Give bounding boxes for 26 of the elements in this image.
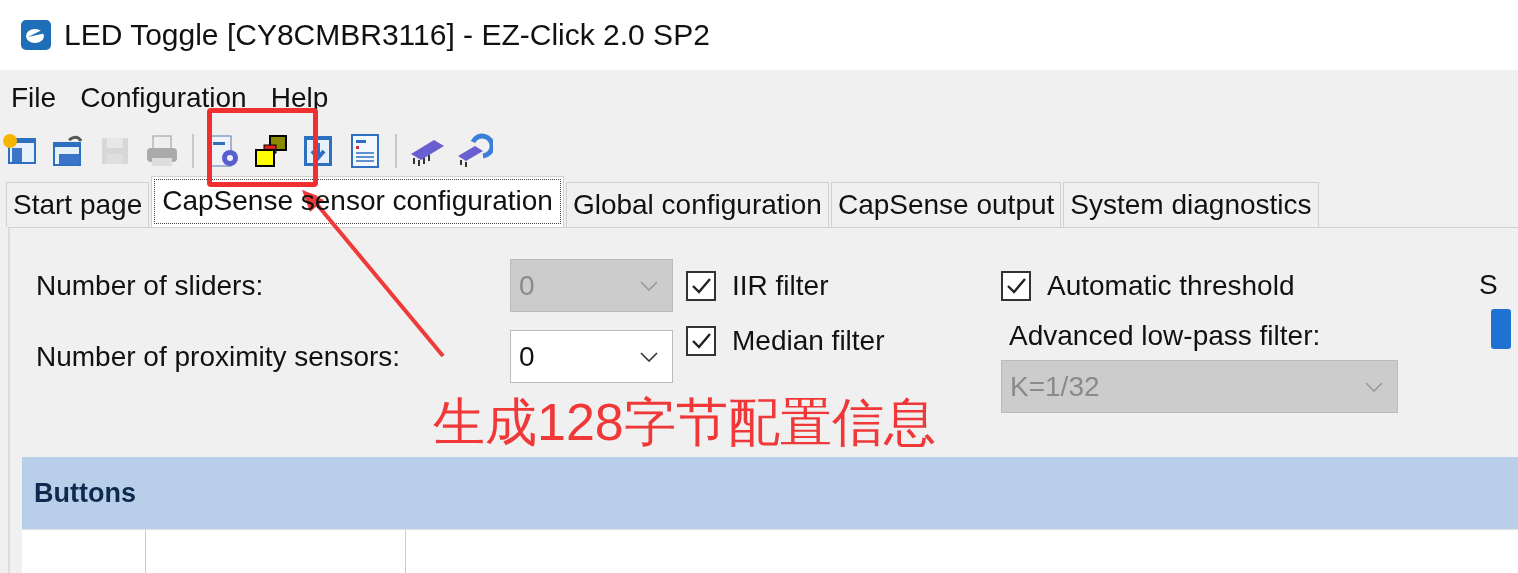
chevron-down-icon — [640, 280, 658, 291]
checkbox-label: IIR filter — [732, 269, 829, 302]
menu-item[interactable]: Configuration — [80, 81, 247, 114]
menu-item[interactable]: File — [11, 81, 57, 114]
checkbox-label: Automatic threshold — [1047, 269, 1295, 302]
checkbox[interactable] — [686, 325, 716, 356]
section-title: Buttons — [34, 477, 136, 509]
checkbox-label: Median filter — [732, 324, 885, 357]
window-title: LED Toggle [CY8CMBR3116] - EZ-Click 2.0 SP2 — [64, 18, 710, 52]
checkbox[interactable] — [686, 270, 716, 301]
chevron-down-icon — [1365, 381, 1383, 392]
annotation-text: 生成128字节配置信息 — [433, 392, 936, 453]
checkbox[interactable] — [1001, 270, 1031, 301]
field-label: Number of sliders: — [36, 269, 265, 302]
tab[interactable]: Global configuration — [565, 182, 829, 227]
dropdown[interactable]: 0 — [510, 330, 673, 383]
menu-item[interactable]: Help — [270, 81, 329, 114]
chevron-down-icon — [640, 351, 658, 362]
tab[interactable]: CapSense output — [830, 182, 1062, 227]
field-label: Number of proximity sensors: — [36, 340, 402, 373]
tab[interactable]: System diagnostics — [1063, 182, 1319, 227]
field-label: S — [1479, 269, 1499, 301]
squares-icon[interactable] — [252, 132, 290, 170]
field-label: Advanced low-pass filter: — [1008, 320, 1322, 353]
tab[interactable]: Start page — [6, 182, 150, 227]
app-logo-icon — [20, 19, 52, 51]
